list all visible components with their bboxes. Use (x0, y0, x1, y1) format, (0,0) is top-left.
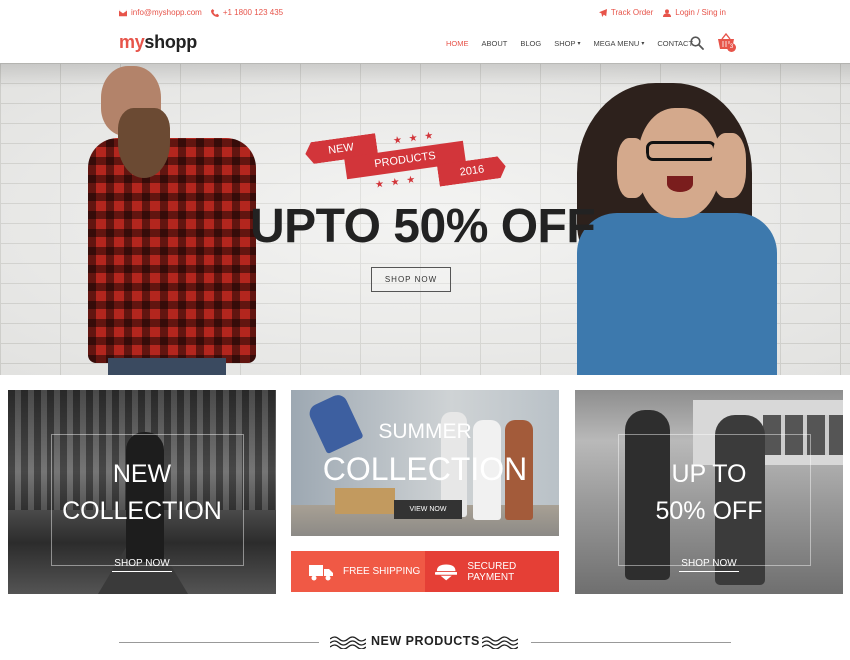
promo-title-line2: COLLECTION (62, 497, 222, 525)
promo-title-line1: NEW (112, 460, 172, 488)
user-icon (663, 8, 672, 17)
woman-mouth (667, 176, 693, 192)
hero-headline: UPTO 50% OFF (250, 200, 596, 253)
nav-about[interactable]: ABOUT (482, 39, 508, 48)
top-bar: info@myshopp.com +1 1800 123 435 Track O… (0, 0, 850, 26)
divider-line (531, 642, 731, 643)
nav-mega-menu-label: MEGA MENU (593, 39, 640, 48)
man-beard (118, 108, 170, 178)
nav-about-label: ABOUT (481, 39, 508, 48)
hero-banner: ★ ★ ★ NEW PRODUCTS 2016 ★ ★ ★ UPTO 50% O… (0, 63, 850, 375)
phone-icon (210, 8, 219, 17)
promo-upto-50-off[interactable]: UP TO 50% OFF SHOP NOW (575, 390, 843, 594)
paper-plane-icon (598, 8, 607, 17)
wave-icon (330, 636, 366, 649)
logo-my: my (119, 32, 145, 52)
site-header: myshopp HOME ABOUT BLOG SHOP ▾ MEGA MENU ▾… (0, 26, 850, 63)
search-icon[interactable] (690, 36, 704, 50)
woman-face (638, 108, 720, 218)
divider-line (119, 642, 319, 643)
woman-hand (712, 133, 746, 198)
truck-icon (309, 564, 333, 580)
main-nav: HOME ABOUT BLOG SHOP ▾ MEGA MENU ▾ CONTACT (446, 39, 693, 48)
email-link[interactable]: info@myshopp.com (119, 8, 202, 17)
promo-shop-now-label: SHOP NOW (112, 558, 172, 572)
nav-home-label: HOME (446, 39, 469, 48)
secured-payment-label: SECURED PAYMENT (467, 560, 517, 583)
free-shipping-label: FREE SHIPPING (343, 566, 421, 577)
nav-shop-label: SHOP (554, 39, 576, 48)
cart-count-badge: 3 (727, 43, 736, 52)
man-jeans (108, 358, 226, 375)
promo-summer-collection[interactable]: SUMMER COLLECTION VIEW NOW (291, 390, 559, 536)
promo-title-line1: SUMMER (378, 420, 472, 443)
hero-shop-now-button[interactable]: SHOP NOW (371, 267, 451, 292)
login-text: Login / Sing in (675, 8, 726, 17)
phone-text: +1 1800 123 435 (222, 8, 284, 17)
woman-figure (625, 410, 670, 580)
nav-blog[interactable]: BLOG (520, 39, 541, 48)
email-text: info@myshopp.com (131, 8, 202, 17)
nav-contact-label: CONTACT (657, 39, 694, 48)
phone-link[interactable]: +1 1800 123 435 (210, 8, 284, 17)
logo[interactable]: myshopp (119, 32, 197, 53)
envelope-icon (119, 9, 127, 16)
caret-down-icon: ▾ (641, 41, 645, 47)
woman-glasses (646, 141, 716, 161)
login-link[interactable]: Login / Sing in (663, 8, 726, 17)
logo-shopp: shopp (144, 32, 197, 52)
track-order-text: Track Order (610, 8, 654, 17)
free-shipping-banner[interactable]: FREE SHIPPING (291, 551, 425, 592)
secure-payment-icon (435, 564, 458, 580)
new-products-ribbon: ★ ★ ★ NEW PRODUCTS 2016 ★ ★ ★ (305, 130, 505, 193)
promo-title-line2: 50% OFF (655, 497, 763, 525)
promo-title-line2: COLLECTION (322, 451, 528, 487)
track-order-link[interactable]: Track Order (598, 8, 654, 17)
nav-home[interactable]: HOME (446, 39, 469, 48)
promo-shop-now-link[interactable]: SHOP NOW (8, 558, 276, 572)
new-products-heading: NEW PRODUCTS (119, 632, 731, 652)
stars-icon: ★ ★ ★ (374, 174, 419, 191)
secured-payment-banner[interactable]: SECURED PAYMENT (425, 551, 559, 592)
nav-contact[interactable]: CONTACT (657, 39, 693, 48)
nav-mega-menu[interactable]: MEGA MENU ▾ (593, 39, 644, 48)
promo-shop-now-label: SHOP NOW (679, 558, 739, 572)
wave-icon (482, 636, 518, 649)
woman-hand (617, 138, 647, 198)
promo-title-line1: UP TO (671, 460, 747, 488)
nav-blog-label: BLOG (520, 39, 542, 48)
woman-figure (577, 213, 777, 375)
man-figure (88, 138, 256, 363)
promo-shop-now-link[interactable]: SHOP NOW (575, 558, 843, 572)
nav-shop[interactable]: SHOP ▾ (554, 39, 580, 48)
view-now-button[interactable]: VIEW NOW (394, 500, 462, 519)
caret-down-icon: ▾ (577, 41, 581, 47)
ramp-image (335, 488, 395, 514)
promo-new-collection[interactable]: NEW COLLECTION SHOP NOW (8, 390, 276, 594)
section-title: NEW PRODUCTS (371, 634, 480, 648)
